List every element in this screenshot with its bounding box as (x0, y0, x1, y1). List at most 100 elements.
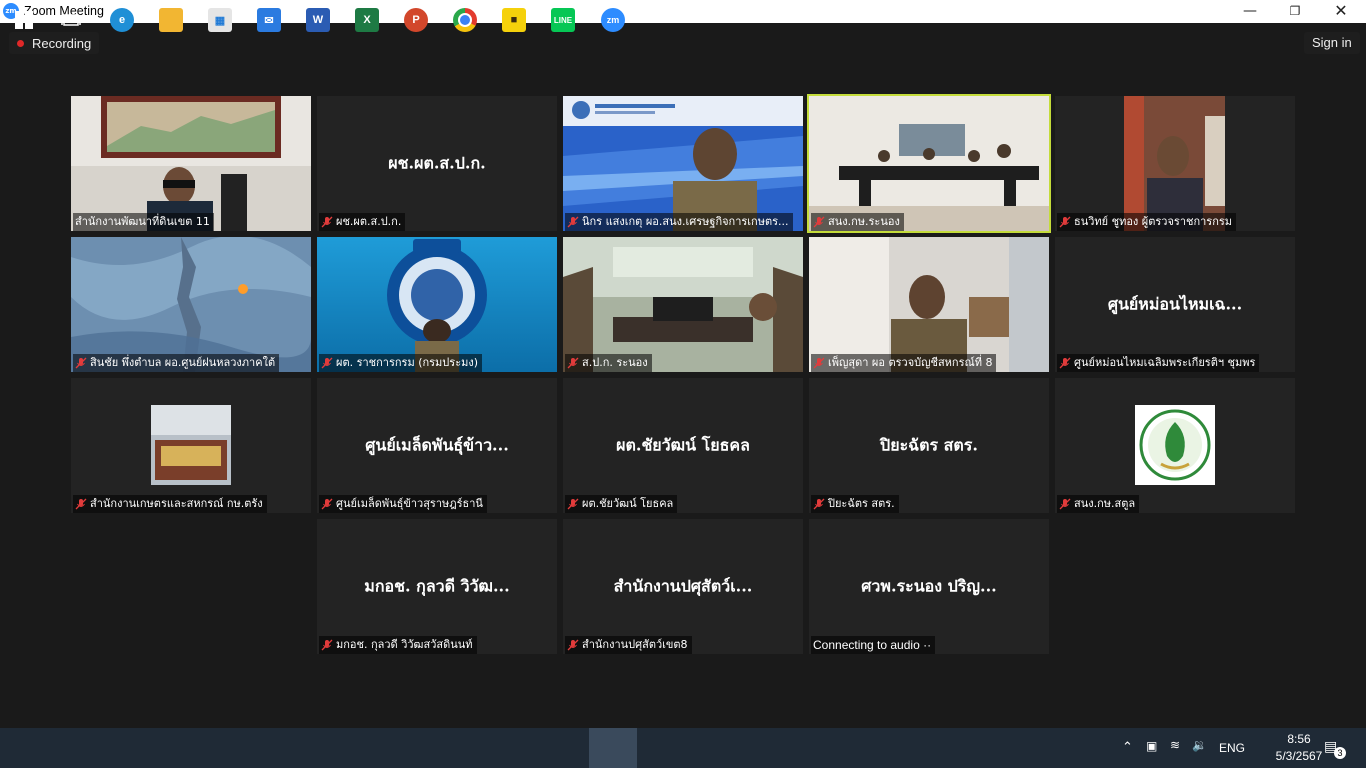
participant-tile[interactable]: นิกร แสงเกตุ ผอ.สนง.เศรษฐกิจการเกษตร... (563, 96, 803, 231)
participant-name: สนง.กษ.สตูล (1057, 495, 1140, 513)
volume-icon[interactable]: 🔉 (1192, 738, 1207, 752)
participant-tile[interactable]: ปิยะฉัตร สตร. ปิยะฉัตร สตร. (809, 378, 1049, 513)
participant-tile[interactable]: ส.ป.ก. ระนอง (563, 237, 803, 372)
muted-mic-icon (321, 357, 333, 369)
participant-display-name: ผต.ชัยวัฒน์ โยธคล (616, 435, 750, 454)
participant-tile[interactable]: สนง.กษ.สตูล (1055, 378, 1295, 513)
participant-tile[interactable]: สำนักงานพัฒนาที่ดินเขต 11 (71, 96, 311, 231)
store-icon[interactable]: ▦ (208, 8, 232, 32)
participant-tile[interactable]: ธนวิทย์ ชูทอง ผู้ตรวจราชการกรม (1055, 96, 1295, 231)
participant-display-name: ศูนย์เมล็ดพันธุ์ข้าว... (365, 435, 509, 454)
participant-tile[interactable]: เพ็ญสุดา ผอ ตรวจบัญชีสหกรณ์ที่ 8 (809, 237, 1049, 372)
participant-name: ผต.ชัยวัฒน์ โยธคล (565, 495, 678, 513)
language-indicator[interactable]: ENG (1219, 741, 1245, 755)
muted-mic-icon (321, 639, 333, 651)
participant-name: สินชัย พึ่งตำบล ผอ.ศูนย์ฝนหลวงภาคใต้ (73, 354, 280, 372)
meet-now-icon[interactable]: ▣ (1146, 739, 1157, 753)
participant-video (809, 237, 1049, 372)
participant-tile[interactable]: สินชัย พึ่งตำบล ผอ.ศูนย์ฝนหลวงภาคใต้ (71, 237, 311, 372)
participant-connecting-status: Connecting to audio ·· (811, 636, 936, 654)
muted-mic-icon (567, 357, 579, 369)
muted-mic-icon (1059, 357, 1071, 369)
participant-name: สำนักงานเกษตรและสหกรณ์ กษ.ตรัง (73, 495, 267, 513)
participant-tile[interactable]: ศวพ.ระนอง ปริญ... Connecting to audio ·· (809, 519, 1049, 654)
minimize-button[interactable]: — (1227, 0, 1273, 23)
muted-mic-icon (567, 216, 579, 228)
participant-name: มกอช. กุลวดี วิวัฒสวัสดินนท์ (319, 636, 477, 654)
powerpoint-icon[interactable]: P (404, 8, 428, 32)
participant-video (809, 96, 1049, 231)
participant-video (563, 237, 803, 372)
muted-mic-icon (813, 216, 825, 228)
muted-mic-icon (1059, 216, 1071, 228)
muted-mic-icon (75, 498, 87, 510)
participant-name: เพ็ญสุดา ผอ ตรวจบัญชีสหกรณ์ที่ 8 (811, 354, 997, 372)
participant-display-name: สำนักงานปศุสัตว์เ... (613, 576, 753, 595)
participant-name: นิกร แสงเกตุ ผอ.สนง.เศรษฐกิจการเกษตร... (565, 213, 793, 231)
windows-taskbar (0, 728, 1366, 768)
participant-display-name: ศูนย์หม่อนไหมเฉ... (1107, 294, 1243, 313)
participant-name: สำนักงานปศุสัตว์เขต8 (565, 636, 692, 654)
participant-name: ศูนย์เมล็ดพันธุ์ข้าวสุราษฎร์ธานี (319, 495, 487, 513)
participant-name: ธนวิทย์ ชูทอง ผู้ตรวจราชการกรม (1057, 213, 1237, 231)
participant-display-name: ผช.ผต.ส.ป.ก. (388, 153, 486, 172)
muted-mic-icon (321, 498, 333, 510)
participant-name: ผต. ราชการกรม (กรมประมง) (319, 354, 483, 372)
participant-avatar-photo (151, 405, 231, 485)
excel-icon[interactable]: X (355, 8, 379, 32)
participant-name: ศูนย์หม่อนไหมเฉลิมพระเกียรติฯ ชุมพร (1057, 354, 1260, 372)
muted-mic-icon (813, 357, 825, 369)
participant-video (71, 237, 311, 372)
participant-video (563, 96, 803, 231)
participant-video (317, 237, 557, 372)
clock-time[interactable]: 8:56 (1269, 732, 1329, 746)
participant-name: ผช.ผต.ส.ป.ก. (319, 213, 406, 231)
muted-mic-icon (1059, 498, 1071, 510)
word-icon[interactable]: W (306, 8, 330, 32)
participant-tile[interactable]: ศูนย์หม่อนไหมเฉ... ศูนย์หม่อนไหมเฉลิมพระ… (1055, 237, 1295, 372)
mail-icon[interactable]: ✉ (257, 8, 281, 32)
recording-label: Recording (32, 35, 92, 51)
clock-date[interactable]: 5/3/2567 (1269, 749, 1329, 763)
muted-mic-icon (567, 639, 579, 651)
close-button[interactable]: ✕ (1318, 0, 1364, 23)
chrome-icon[interactable] (453, 8, 477, 32)
participant-name: ส.ป.ก. ระนอง (565, 354, 652, 372)
window-titlebar: zm Zoom Meeting — ❐ ✕ (0, 0, 1366, 23)
participant-display-name: ปิยะฉัตร สตร. (880, 435, 978, 454)
participant-name: สำนักงานพัฒนาที่ดินเขต 11 (73, 213, 214, 231)
participant-tile[interactable]: มกอช. กุลวดี วิวัฒ... มกอช. กุลวดี วิวัฒ… (317, 519, 557, 654)
kakaotalk-icon[interactable]: ■ (502, 8, 526, 32)
participant-tile[interactable]: ผต. ราชการกรม (กรมประมง) (317, 237, 557, 372)
zoom-taskbar-icon[interactable]: zm (601, 8, 625, 32)
file-explorer-icon[interactable] (159, 8, 183, 32)
wifi-icon[interactable]: ≋ (1170, 738, 1180, 752)
participant-tile[interactable]: ผช.ผต.ส.ป.ก. ผช.ผต.ส.ป.ก. (317, 96, 557, 231)
participant-avatar-logo (1135, 405, 1215, 485)
participant-video (1055, 96, 1295, 231)
muted-mic-icon (813, 498, 825, 510)
taskbar-active-highlight (589, 728, 637, 768)
participant-name: ปิยะฉัตร สตร. (811, 495, 899, 513)
recording-indicator[interactable]: Recording (9, 32, 100, 54)
participant-tile[interactable]: สำนักงานปศุสัตว์เ... สำนักงานปศุสัตว์เขต… (563, 519, 803, 654)
participant-display-name: มกอช. กุลวดี วิวัฒ... (364, 576, 510, 595)
task-view-icon[interactable] (59, 8, 83, 32)
participant-tile[interactable]: ศูนย์เมล็ดพันธุ์ข้าว... ศูนย์เมล็ดพันธุ์… (317, 378, 557, 513)
notification-count-badge: 3 (1334, 747, 1346, 759)
edge-icon[interactable]: e (110, 8, 134, 32)
maximize-button[interactable]: ❐ (1272, 0, 1318, 23)
participant-tile-active-speaker[interactable]: สนง.กษ.ระนอง (807, 94, 1051, 233)
participant-tile[interactable]: ผต.ชัยวัฒน์ โยธคล ผต.ชัยวัฒน์ โยธคล (563, 378, 803, 513)
muted-mic-icon (321, 216, 333, 228)
line-icon[interactable]: LINE (551, 8, 575, 32)
show-hidden-icons-icon[interactable]: ⌃ (1122, 739, 1133, 755)
windows-start-icon[interactable] (12, 8, 36, 32)
participant-video (71, 96, 311, 231)
participant-tile[interactable]: สำนักงานเกษตรและสหกรณ์ กษ.ตรัง (71, 378, 311, 513)
participant-display-name: ศวพ.ระนอง ปริญ... (861, 576, 997, 595)
participant-name: สนง.กษ.ระนอง (811, 213, 904, 231)
sign-in-button[interactable]: Sign in (1304, 32, 1360, 54)
muted-mic-icon (567, 498, 579, 510)
record-dot-icon (17, 39, 24, 47)
